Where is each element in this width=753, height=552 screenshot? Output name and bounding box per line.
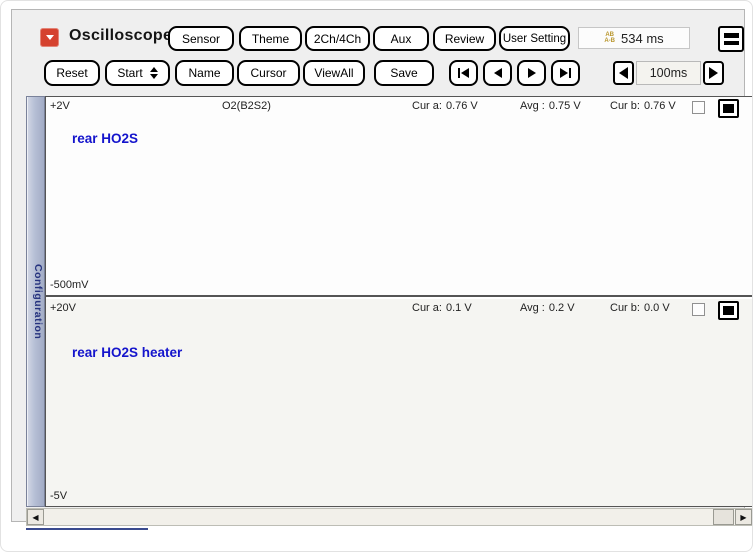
horizontal-scrollbar[interactable]: ◀ ▶ <box>26 508 753 526</box>
chart1-o2-sensor: +2V O2(B2S2) Cur a:0.76 V Avg :0.75 V Cu… <box>46 97 752 297</box>
chart2-cursor-b-readout: Cur b:0.0 V <box>610 302 670 314</box>
chart2-ymin-label: -5V <box>50 490 67 502</box>
chart1-visibility-checkbox[interactable] <box>692 101 705 114</box>
chart1-ymax-label: +2V <box>50 100 70 112</box>
cursor-delta-time-display: AB A-B 534 ms <box>578 27 690 49</box>
right-arrow-icon: ▶ <box>740 513 746 522</box>
step-back-button[interactable] <box>483 60 512 86</box>
chart1-channel-label: rear HO2S <box>72 131 138 146</box>
chart1-ymin-label: -500mV <box>50 279 89 291</box>
right-arrow-icon <box>709 67 718 79</box>
step-forward-button[interactable] <box>517 60 546 86</box>
channel-mode-button[interactable]: 2Ch/4Ch <box>305 26 370 51</box>
cursor-button[interactable]: Cursor <box>237 60 300 86</box>
chart1-waveform-canvas[interactable] <box>46 97 752 297</box>
scrollbar-thumb[interactable] <box>713 509 734 525</box>
start-spinner-icon[interactable] <box>150 67 158 79</box>
sensor-button[interactable]: Sensor <box>168 26 234 51</box>
chart2-o2-heater: +20V Cur a:0.1 V Avg :0.2 V Cur b:0.0 V … <box>46 299 752 506</box>
skip-to-start-button[interactable] <box>449 60 478 86</box>
reset-button[interactable]: Reset <box>44 60 100 86</box>
scroll-right-button[interactable]: ▶ <box>735 509 752 525</box>
chart2-channel-color-button[interactable] <box>718 301 739 320</box>
step-back-icon <box>494 68 502 78</box>
timebase-value: 100ms <box>636 61 701 85</box>
skip-end-icon <box>560 68 568 78</box>
chart1-cursor-a-readout: Cur a:0.76 V <box>412 100 478 112</box>
timebase-decrease-button[interactable] <box>613 61 634 85</box>
theme-button[interactable]: Theme <box>239 26 302 51</box>
chart2-cursor-a-readout: Cur a:0.1 V <box>412 302 472 314</box>
user-setting-button[interactable]: User Setting <box>499 26 570 51</box>
timebase-increase-button[interactable] <box>703 61 724 85</box>
page-title: Oscilloscope <box>69 27 172 45</box>
chart1-channel-color-button[interactable] <box>718 99 739 118</box>
left-arrow-icon <box>619 67 628 79</box>
window-bottom-accent <box>26 528 148 530</box>
chart1-cursor-b-readout: Cur b:0.76 V <box>610 100 676 112</box>
split-view-icon[interactable] <box>718 26 744 52</box>
charts-panel: +2V O2(B2S2) Cur a:0.76 V Avg :0.75 V Cu… <box>45 96 753 507</box>
aux-button[interactable]: Aux <box>373 26 429 51</box>
configuration-tab[interactable]: Configuration <box>26 96 45 507</box>
skip-to-end-button[interactable] <box>551 60 580 86</box>
delta-time-value: 534 ms <box>621 31 664 46</box>
app-menu-button[interactable] <box>40 28 59 47</box>
save-button[interactable]: Save <box>374 60 434 86</box>
cursor-ab-delta-icon: AB A-B <box>604 32 615 44</box>
chart1-title: O2(B2S2) <box>222 100 271 112</box>
oscilloscope-window: Oscilloscope Sensor Theme 2Ch/4Ch Aux Re… <box>11 9 745 522</box>
chart1-avg-readout: Avg :0.75 V <box>520 100 581 112</box>
step-forward-icon <box>528 68 536 78</box>
chart2-avg-readout: Avg :0.2 V <box>520 302 575 314</box>
viewall-button[interactable]: ViewAll <box>303 60 365 86</box>
skip-start-icon <box>458 68 461 78</box>
name-button[interactable]: Name <box>175 60 234 86</box>
left-arrow-icon: ◀ <box>32 513 38 522</box>
scroll-left-button[interactable]: ◀ <box>27 509 44 525</box>
start-button[interactable]: Start <box>105 60 170 86</box>
review-button[interactable]: Review <box>433 26 496 51</box>
chart2-waveform-canvas[interactable] <box>46 299 752 506</box>
screenshot-root: Oscilloscope Sensor Theme 2Ch/4Ch Aux Re… <box>0 0 753 552</box>
chart2-visibility-checkbox[interactable] <box>692 303 705 316</box>
chart2-ymax-label: +20V <box>50 302 76 314</box>
chart2-channel-label: rear HO2S heater <box>72 345 182 360</box>
dropdown-arrow-icon <box>46 35 54 40</box>
